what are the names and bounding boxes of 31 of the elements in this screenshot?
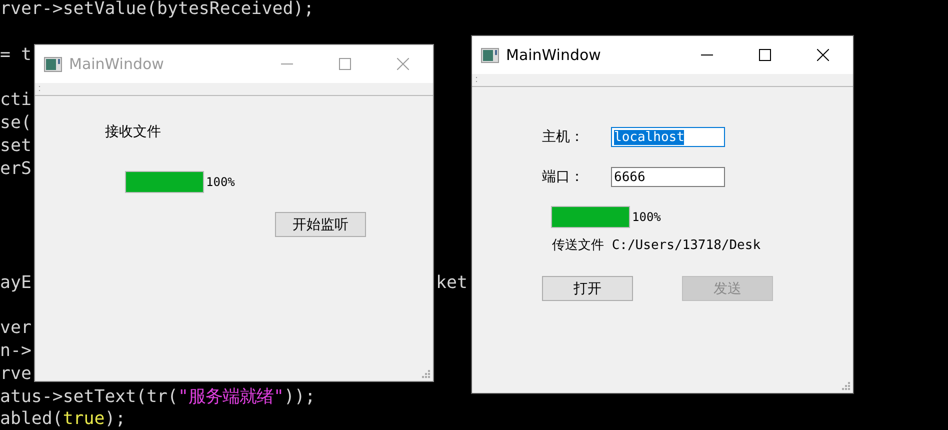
progress-reading: 100% [632, 210, 661, 224]
window-title: MainWindow [69, 55, 164, 73]
code-text: ver [0, 319, 32, 338]
resize-grip-icon[interactable] [422, 370, 431, 379]
status-label: 接收文件 [105, 123, 161, 141]
code-text: cti [0, 91, 32, 110]
code-text: rver->setValue(bytesReceived); [0, 0, 314, 19]
window-title: MainWindow [506, 46, 601, 64]
field-label: 主机： [542, 128, 585, 146]
code-text: erS [0, 160, 32, 179]
resize-grip-icon[interactable] [842, 382, 851, 391]
code-text: n-> [0, 342, 32, 361]
close-icon[interactable] [817, 49, 829, 61]
code-text: abled(true); [0, 410, 126, 430]
maximize-icon[interactable] [759, 49, 771, 61]
code-text: ket [436, 274, 468, 293]
progress-reading: 100% [206, 175, 235, 189]
field-label: 端口： [542, 168, 585, 186]
code-text: rve [0, 364, 32, 384]
code-text: set [0, 136, 32, 156]
input-field[interactable]: localhost [611, 127, 725, 147]
window-icon [44, 56, 62, 72]
code-text: se( [0, 114, 32, 133]
push-button[interactable]: 开始监听 [275, 212, 366, 237]
code-text: ayE [0, 274, 32, 293]
status-label: 传送文件 C:/Users/13718/Desk [552, 237, 761, 254]
code-text: atus->setText(tr("服务端就绪")); [0, 388, 316, 407]
code-text: = t [0, 46, 32, 65]
input-field[interactable]: 6666 [611, 167, 725, 187]
window-icon [481, 48, 499, 62]
push-button[interactable]: 打开 [542, 276, 633, 301]
